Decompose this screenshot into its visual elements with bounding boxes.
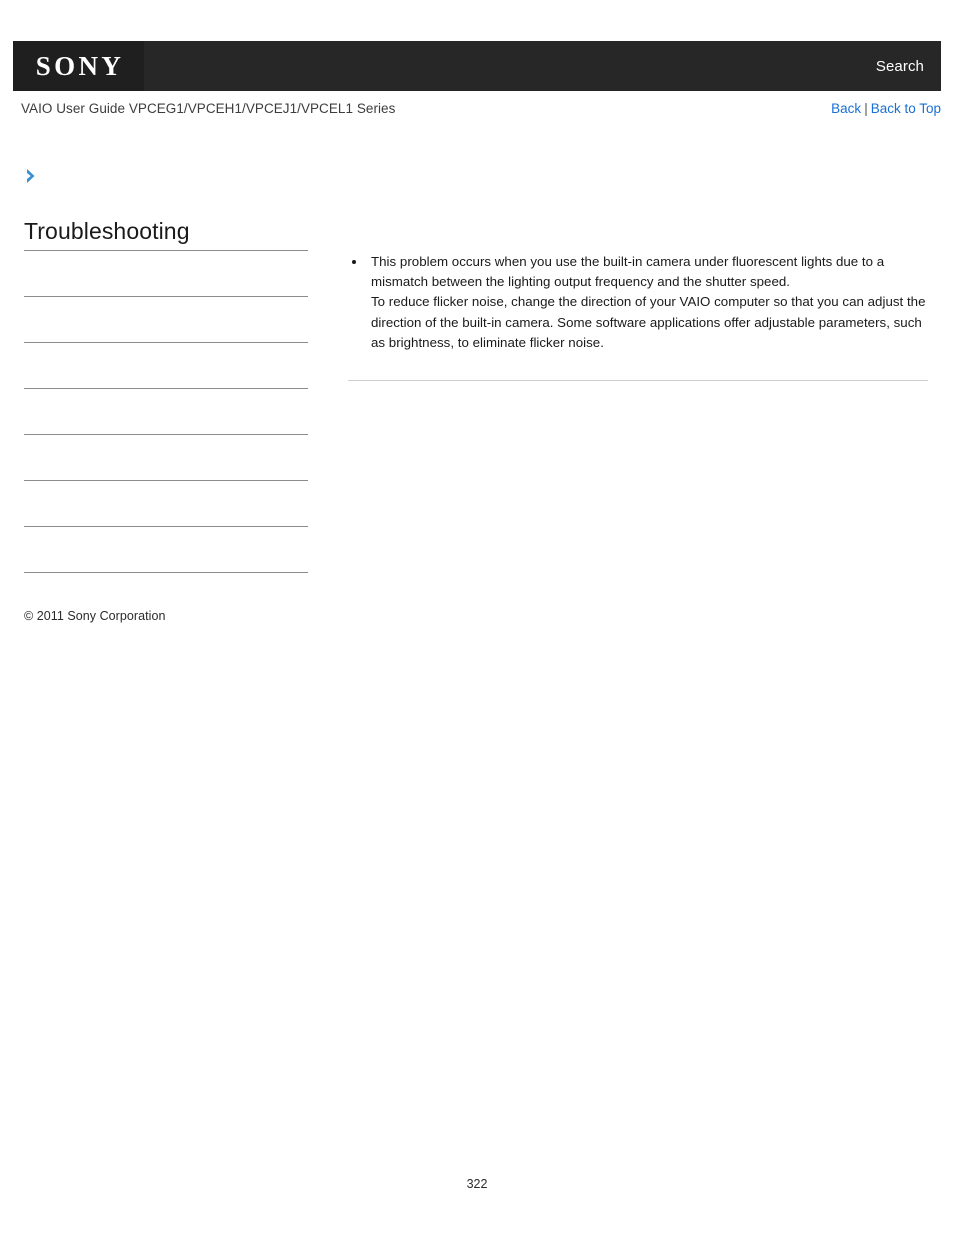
sidebar-item-6[interactable] — [24, 481, 308, 528]
sidebar-toc-list — [24, 251, 308, 574]
main-content: This problem occurs when you use the bui… — [348, 252, 928, 382]
guide-title: VAIO User Guide VPCEG1/VPCEH1/VPCEJ1/VPC… — [21, 101, 396, 116]
nav-separator: | — [864, 101, 868, 116]
copyright-text: © 2011 Sony Corporation — [24, 609, 166, 624]
back-to-top-link[interactable]: Back to Top — [871, 101, 941, 116]
page-number: 322 — [466, 1177, 488, 1191]
chevron-right-icon[interactable] — [24, 168, 40, 184]
back-link[interactable]: Back — [831, 101, 861, 116]
sidebar-item-3[interactable] — [24, 343, 308, 390]
answer-bullet-list: This problem occurs when you use the bui… — [348, 252, 928, 353]
sony-logo: SONY — [35, 50, 125, 81]
sidebar-item-7[interactable] — [24, 527, 308, 574]
header-spacer — [144, 41, 876, 91]
bullet-paragraph-1: This problem occurs when you use the bui… — [371, 254, 885, 290]
header-nav-links: Back | Back to Top — [831, 101, 941, 116]
sidebar-item-4[interactable] — [24, 389, 308, 436]
subheader: VAIO User Guide VPCEG1/VPCEH1/VPCEJ1/VPC… — [21, 101, 941, 121]
search-link[interactable]: Search — [876, 58, 941, 75]
bullet-paragraph-2: To reduce flicker noise, change the dire… — [371, 294, 926, 350]
site-header: SONY Search — [13, 41, 941, 91]
sidebar-item-2[interactable] — [24, 297, 308, 344]
sidebar: Troubleshooting © 2011 Sony Corporation — [24, 168, 308, 623]
sony-logo-block[interactable]: SONY — [13, 41, 144, 91]
page-title: Troubleshooting — [24, 218, 190, 244]
sidebar-item-1[interactable] — [24, 251, 308, 298]
content-divider — [348, 380, 928, 382]
sidebar-item-5[interactable] — [24, 435, 308, 482]
list-item: This problem occurs when you use the bui… — [348, 252, 928, 353]
